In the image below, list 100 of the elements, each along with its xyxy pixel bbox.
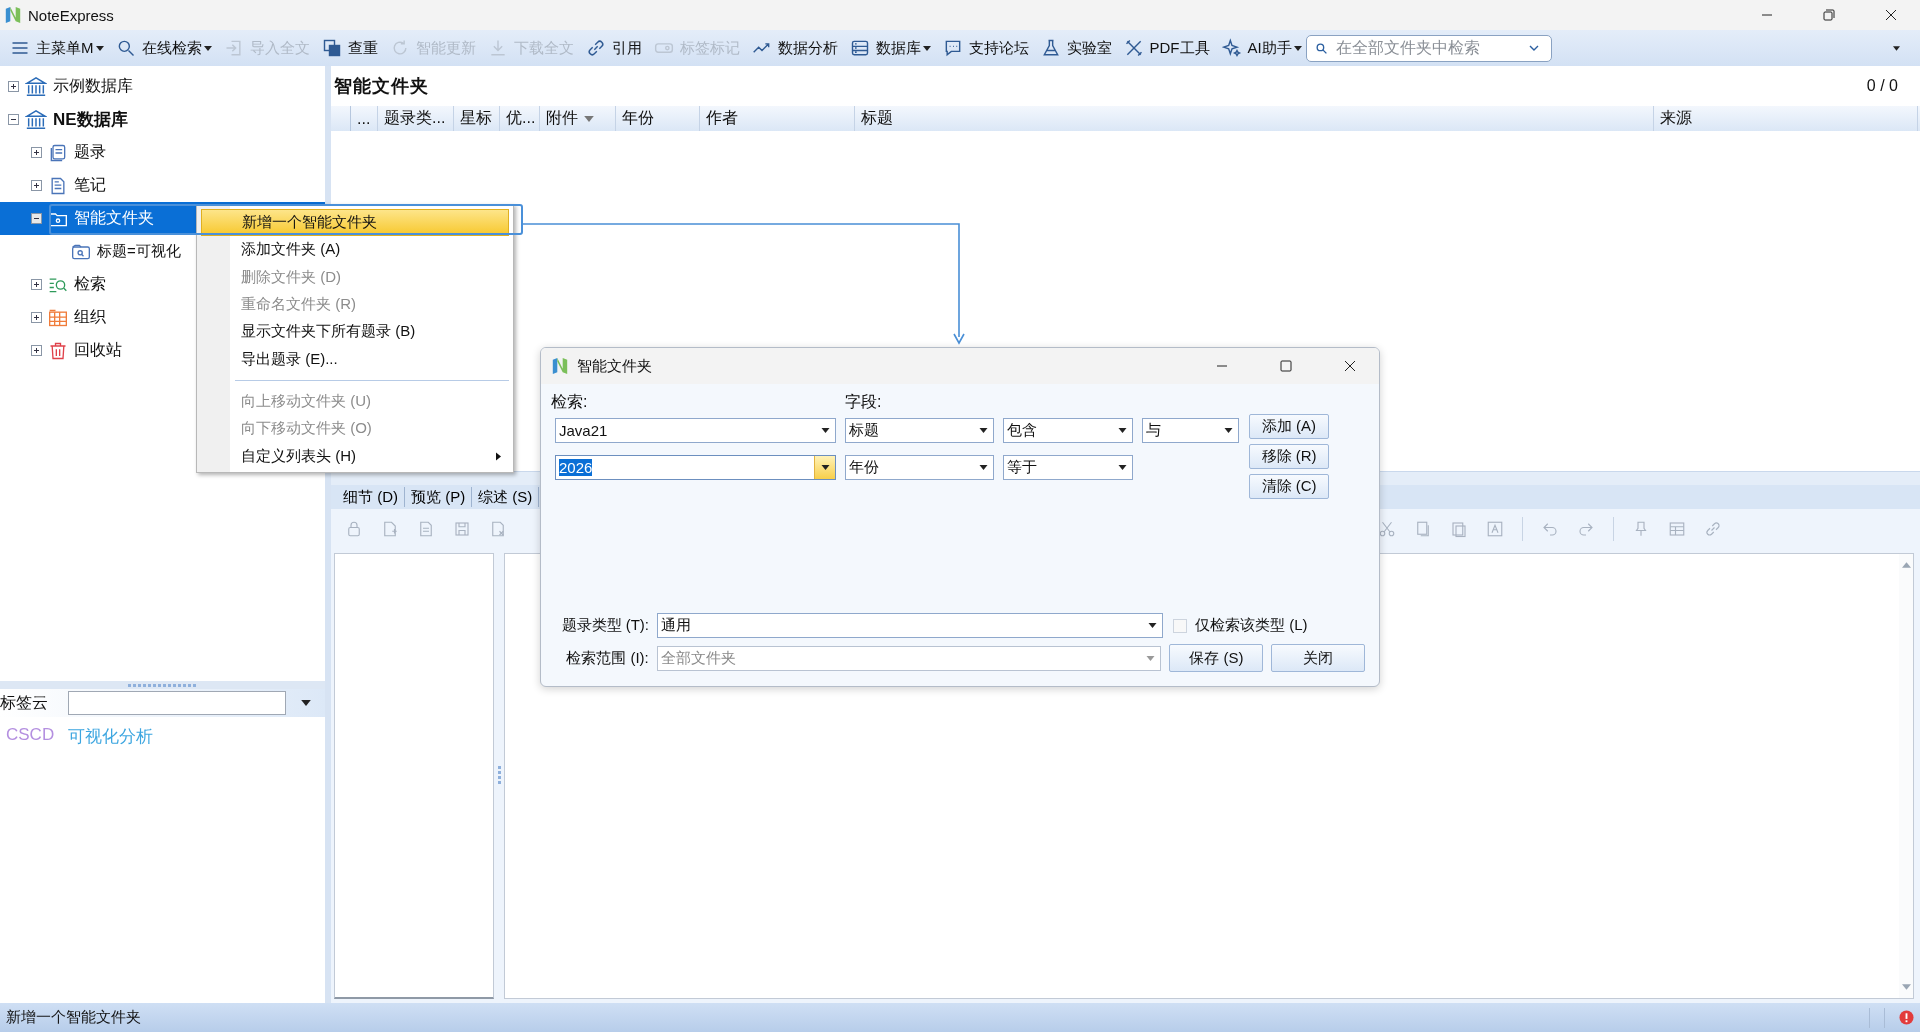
caret-icon[interactable] — [978, 428, 988, 433]
building-icon — [25, 108, 47, 131]
dialog-button[interactable]: 移除 (R) — [1249, 444, 1329, 469]
filter-caret-icon[interactable] — [584, 115, 594, 122]
tag-filter-field[interactable] — [68, 691, 286, 715]
chevron-down-icon[interactable] — [1528, 45, 1539, 51]
toolbar-button[interactable]: 数据分析 — [751, 36, 838, 60]
menu-item[interactable]: 添加文件夹 (A) — [201, 236, 509, 264]
search-field[interactable]: 在全部文件夹中检索 — [1305, 34, 1552, 62]
expand-icon[interactable] — [31, 345, 42, 356]
table-icon[interactable] — [1668, 520, 1686, 538]
copy-icon[interactable] — [1414, 520, 1432, 538]
scissors-icon[interactable] — [1378, 520, 1396, 538]
tag-cloud-label: 标签云 — [0, 692, 49, 713]
submenu-arrow-icon — [496, 451, 501, 461]
detail-tab[interactable]: 综述 (S) — [472, 487, 540, 507]
scroll-up-icon[interactable] — [1901, 562, 1911, 568]
page-icon[interactable] — [417, 520, 435, 538]
operator-combo[interactable]: 包含 — [1003, 418, 1133, 443]
field-combo[interactable]: 年份 — [845, 455, 994, 480]
expand-icon[interactable] — [31, 312, 42, 323]
splitter-handle[interactable] — [127, 683, 198, 687]
toolbar-button[interactable]: PDF工具 — [1123, 36, 1210, 60]
menu-item[interactable]: 自定义列表头 (H) — [201, 442, 509, 470]
caret-icon — [203, 45, 212, 51]
link-icon[interactable] — [1704, 520, 1722, 538]
toolbar-button[interactable]: 查重 — [321, 36, 378, 60]
splitter-handle[interactable] — [497, 766, 501, 786]
caret-icon[interactable] — [820, 428, 830, 433]
document-stack-icon — [48, 142, 68, 163]
text-box-icon[interactable] — [1486, 520, 1504, 538]
checkbox-label[interactable]: 仅检索该类型 (L) — [1195, 616, 1308, 635]
tree-item[interactable]: 笔记 — [0, 169, 325, 202]
trash-icon — [48, 340, 68, 361]
close-icon[interactable] — [1343, 359, 1357, 373]
record-type-combo[interactable]: 通用 — [657, 613, 1163, 638]
dialog-button[interactable]: 添加 (A) — [1249, 414, 1329, 439]
app-logo-icon — [4, 5, 22, 25]
window-title: NoteExpress — [28, 6, 114, 24]
tree-item[interactable]: NE数据库 — [0, 103, 325, 136]
menu-item[interactable]: 新增一个智能文件夹 — [201, 209, 509, 237]
dropdown-caret-icon[interactable] — [301, 700, 311, 706]
paste-icon[interactable] — [1450, 520, 1468, 538]
toolbar-button[interactable]: 在线检索 — [115, 36, 212, 60]
caret-icon — [1293, 45, 1302, 51]
close-icon[interactable] — [1884, 8, 1898, 22]
field-label: 字段: — [845, 392, 882, 412]
expand-icon[interactable] — [8, 81, 19, 92]
scroll-down-icon[interactable] — [1901, 984, 1911, 990]
caret-icon — [922, 45, 931, 51]
detail-tab[interactable]: 预览 (P) — [405, 487, 473, 507]
tools-icon — [1123, 38, 1144, 58]
expand-icon[interactable] — [31, 147, 42, 158]
save-icon[interactable] — [453, 520, 471, 538]
field-combo[interactable]: 标题 — [845, 418, 994, 443]
tree-label: 题录 — [74, 142, 106, 162]
search-term-combo[interactable]: Java21 — [555, 418, 836, 443]
redo-icon[interactable] — [1577, 520, 1595, 538]
toolbar-button[interactable]: 支持论坛 — [942, 36, 1029, 60]
toolbar-button[interactable]: 实验室 — [1040, 36, 1112, 60]
grid-icon — [48, 307, 68, 328]
tree-label: 笔记 — [74, 175, 106, 195]
tree-label: NE数据库 — [53, 109, 128, 131]
maximize-icon[interactable] — [1279, 359, 1293, 373]
record-type-label: 题录类型 (T): — [560, 616, 649, 635]
list-icon — [849, 38, 870, 58]
expand-icon[interactable] — [31, 279, 42, 290]
toolbar-button[interactable]: 主菜单M — [10, 36, 104, 60]
tree-item[interactable]: 示例数据库 — [0, 70, 325, 103]
toolbar-button[interactable]: 引用 — [585, 36, 642, 60]
save-button[interactable]: 保存 (S) — [1169, 644, 1264, 672]
menu-item[interactable]: 导出题录 (E)... — [201, 345, 509, 373]
restore-icon[interactable] — [1822, 8, 1836, 22]
collapse-icon[interactable] — [31, 213, 42, 224]
lock-icon[interactable] — [345, 520, 363, 538]
dialog-button[interactable]: 清除 (C) — [1249, 474, 1329, 499]
menu-item[interactable]: 显示文件夹下所有题录 (B) — [201, 318, 509, 346]
alert-icon — [1899, 1010, 1914, 1025]
connector-combo[interactable]: 与 — [1142, 418, 1239, 443]
toolbar-button[interactable]: 数据库 — [849, 36, 931, 60]
close-button[interactable]: 关闭 — [1271, 644, 1365, 672]
remove-page-icon[interactable] — [489, 520, 507, 538]
undo-icon[interactable] — [1541, 520, 1559, 538]
scrollbar[interactable] — [1899, 554, 1913, 998]
link-icon — [585, 38, 606, 58]
collapse-icon[interactable] — [8, 114, 19, 125]
add-page-icon[interactable] — [381, 520, 399, 538]
tree-label: 组织 — [74, 307, 106, 327]
expand-icon[interactable] — [31, 180, 42, 191]
tree-label: 标题=可视化 — [97, 242, 181, 261]
caret-icon[interactable] — [1223, 428, 1233, 433]
caret-icon[interactable] — [1117, 428, 1127, 433]
checkbox[interactable] — [1173, 618, 1187, 633]
caret-icon[interactable] — [1147, 623, 1157, 628]
overflow-caret-icon[interactable] — [1893, 45, 1900, 51]
search-term-combo[interactable]: 2026 — [555, 455, 836, 480]
toolbar-button[interactable]: AI助手 — [1221, 36, 1302, 60]
tree-item[interactable]: 题录 — [0, 136, 325, 169]
detail-tab[interactable]: 细节 (D) — [337, 487, 405, 507]
operator-combo[interactable]: 等于 — [1003, 455, 1133, 480]
